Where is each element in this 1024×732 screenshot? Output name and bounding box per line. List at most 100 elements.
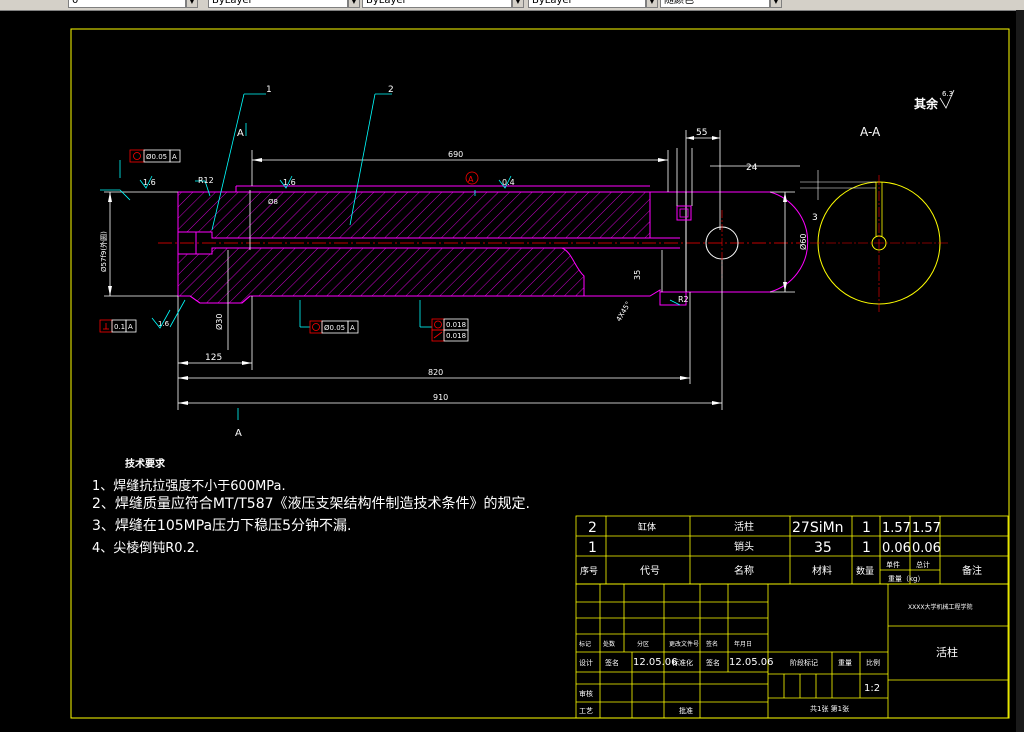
section-mark-a-top: A — [237, 128, 244, 139]
color-dropdown-arrow[interactable]: ▼ — [348, 0, 360, 8]
bom-row2-name: 活柱 — [734, 520, 754, 533]
dim-820: 820 — [428, 368, 443, 377]
tb-scale: 1:2 — [864, 683, 880, 694]
bom-row2-no: 2 — [588, 520, 597, 536]
dim-3: 3 — [812, 213, 818, 223]
bom-header-code: 代号 — [640, 565, 660, 577]
datum-a-marker: A — [468, 175, 474, 184]
tb-label-count: 处数 — [603, 640, 615, 648]
bom-header-qty: 数量 — [856, 565, 874, 577]
lower-wall-section — [177, 247, 585, 304]
tb-check-label: 审核 — [579, 689, 593, 698]
dim-r12: R12 — [198, 176, 214, 185]
tb-std-date: 12.05.06 — [729, 657, 774, 668]
bom-row1-no: 1 — [588, 540, 597, 556]
roughness-3: 0.4 — [502, 178, 515, 187]
tech-item-1: 1、焊缝抗拉强度不小于600MPa. — [92, 478, 286, 494]
roughness-other-label: 其余 — [914, 96, 939, 111]
tech-item-2: 2、焊缝质量应符合MT/T587《液压支架结构件制造技术条件》的规定. — [92, 495, 530, 512]
bom-row1-total-weight: 0.06 — [912, 541, 941, 556]
section-view-aa: A-A 其余 6.3 — [800, 89, 955, 312]
upper-wall-section — [177, 191, 651, 239]
dim-35: 35 — [633, 270, 642, 280]
dim-30: Ø30 — [214, 314, 224, 330]
vertical-scrollbar[interactable] — [1016, 10, 1024, 732]
tb-scale-label: 比例 — [866, 658, 880, 667]
bom-row1-qty: 1 — [862, 540, 871, 556]
tb-label-sign: 签名 — [706, 640, 718, 648]
tb-std-name: 签名 — [706, 658, 720, 667]
lug-contour — [686, 191, 809, 293]
bom-row2-unit-weight: 1.57 — [882, 521, 911, 536]
tech-item-4: 4、尖棱倒钝R0.2. — [92, 540, 199, 556]
bom-row2-total-weight: 1.57 — [912, 521, 941, 536]
perp-tolerance: 0.1 — [114, 323, 125, 331]
tb-label-mark: 标记 — [579, 640, 591, 648]
bom-table-text: 2 缸体 活柱 27SiMn 1 1.57 1.57 1 销头 35 1 0.0… — [580, 520, 982, 583]
roughness-2: 1.6 — [283, 178, 296, 187]
bom-header-no: 序号 — [580, 565, 598, 577]
roundness-tolerance: 0.018 — [446, 321, 466, 329]
bom-header-note: 备注 — [962, 564, 982, 577]
section-title: A-A — [860, 125, 881, 139]
tb-approve-label: 批准 — [679, 706, 693, 715]
bom-row1-name: 销头 — [734, 540, 754, 553]
tb-weight-label: 重量 — [838, 659, 852, 667]
dim-24: 24 — [746, 163, 758, 173]
layer-dropdown-arrow[interactable]: ▼ — [186, 0, 198, 8]
tech-requirements: 技术要求 1、焊缝抗拉强度不小于600MPa. 2、焊缝质量应符合MT/T587… — [92, 457, 530, 556]
bom-header-material: 材料 — [812, 564, 832, 577]
plotstyle-dropdown[interactable]: 随颜色 — [660, 0, 770, 8]
dim-phi57: Ø57f9(外圆) — [99, 231, 108, 272]
tb-designer: 签名 — [605, 658, 619, 667]
coax-tolerance-2: Ø0.05 — [324, 324, 345, 332]
plotstyle-dropdown-arrow[interactable]: ▼ — [770, 0, 782, 8]
dim-690: 690 — [448, 150, 463, 159]
section-mark-a-bottom: A — [235, 428, 242, 439]
tb-std-label: 标准化 — [672, 658, 693, 667]
tb-designer-label: 设计 — [579, 658, 593, 667]
linetype-dropdown-arrow[interactable]: ▼ — [512, 0, 524, 8]
bom-row2-material: 27SiMn — [792, 520, 844, 536]
bom-header-name: 名称 — [734, 564, 754, 577]
bom-row2-code: 缸体 — [638, 521, 656, 533]
roughness-1: 1.6 — [143, 178, 156, 187]
bom-header-total: 总计 — [916, 560, 930, 569]
part-label-1: 1 — [266, 85, 272, 95]
dim-chamfer: 4X45° — [615, 300, 633, 323]
tech-item-3: 3、焊缝在105MPa压力下稳压5分钟不漏. — [92, 517, 351, 534]
tb-org: XXXX大学机械工程学院 — [908, 603, 972, 611]
coax-datum-2: A — [350, 324, 355, 332]
cad-drawing-canvas[interactable]: 1 2 A A 690 55 24 125 820 910 35 Ø30 3 Ø… — [0, 10, 1024, 732]
dim-r2: R2 — [678, 295, 689, 304]
dim-125: 125 — [205, 353, 222, 363]
coax-tolerance-1: Ø0.05 — [146, 153, 167, 161]
tb-label-change: 更改文件号 — [669, 640, 699, 648]
tb-stage-label: 阶段标记 — [790, 658, 818, 667]
layer-dropdown[interactable]: 0 — [68, 0, 186, 8]
main-view — [158, 185, 809, 306]
bom-row1-unit-weight: 0.06 — [882, 541, 911, 556]
lineweight-dropdown[interactable]: ByLayer — [528, 0, 646, 8]
tb-sheets: 共1张 第1张 — [810, 704, 849, 713]
dim-910: 910 — [433, 393, 448, 402]
tech-heading: 技术要求 — [125, 457, 166, 470]
color-dropdown[interactable]: ByLayer — [208, 0, 348, 8]
dim-phi8: Ø8 — [268, 198, 278, 206]
coax-datum-1: A — [172, 153, 177, 161]
bom-row1-material: 35 — [814, 540, 832, 556]
roughness-other-value: 6.3 — [942, 90, 953, 98]
tb-label-date: 年月日 — [734, 640, 752, 648]
part-label-2: 2 — [388, 85, 394, 95]
cylindricity-tolerance: 0.018 — [446, 332, 466, 340]
perp-datum: A — [128, 323, 133, 331]
linetype-dropdown[interactable]: ByLayer — [362, 0, 512, 8]
tb-drawing-name: 活柱 — [936, 645, 958, 659]
lineweight-dropdown-arrow[interactable]: ▼ — [646, 0, 658, 8]
tb-label-zone: 分区 — [637, 640, 649, 648]
bom-header-unit: 单件 — [886, 560, 900, 569]
bom-header-weight: 重量（kg） — [888, 575, 925, 583]
bom-row2-qty: 1 — [862, 520, 871, 536]
tb-designer-date: 12.05.06 — [633, 657, 678, 668]
tb-process-label: 工艺 — [579, 707, 593, 715]
